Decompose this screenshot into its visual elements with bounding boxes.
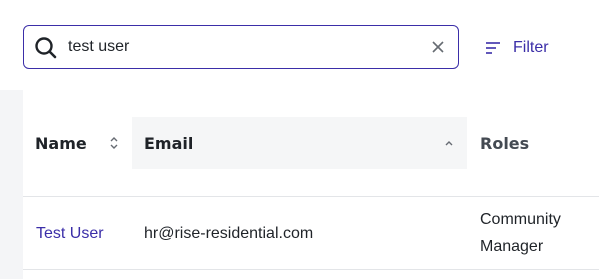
chevron-up-icon[interactable] [443, 135, 455, 151]
filter-button[interactable]: Filter [484, 36, 549, 60]
sort-icon[interactable] [108, 135, 120, 151]
close-icon[interactable] [430, 39, 446, 55]
column-header-label: Email [144, 133, 194, 153]
search-field[interactable] [23, 25, 459, 69]
table-header: Name Email Roles [23, 90, 599, 197]
user-name-link[interactable]: Test User [36, 220, 104, 247]
filter-icon [486, 42, 500, 54]
search-input[interactable] [68, 35, 408, 59]
user-roles: Community Manager [480, 211, 561, 255]
user-email: hr@rise-residential.com [144, 225, 314, 242]
search-icon [35, 37, 57, 59]
filter-label: Filter [513, 39, 549, 56]
toolbar: Filter [0, 0, 599, 90]
users-table: Name Email Roles Test User hr@rise-resid… [23, 90, 599, 279]
table-row[interactable]: Test User hr@rise-residential.com Commun… [23, 197, 599, 270]
column-header-email[interactable]: Email [132, 117, 467, 169]
column-header-roles: Roles [480, 90, 590, 196]
column-header-label: Roles [480, 133, 530, 153]
column-header-label: Name [35, 133, 87, 153]
